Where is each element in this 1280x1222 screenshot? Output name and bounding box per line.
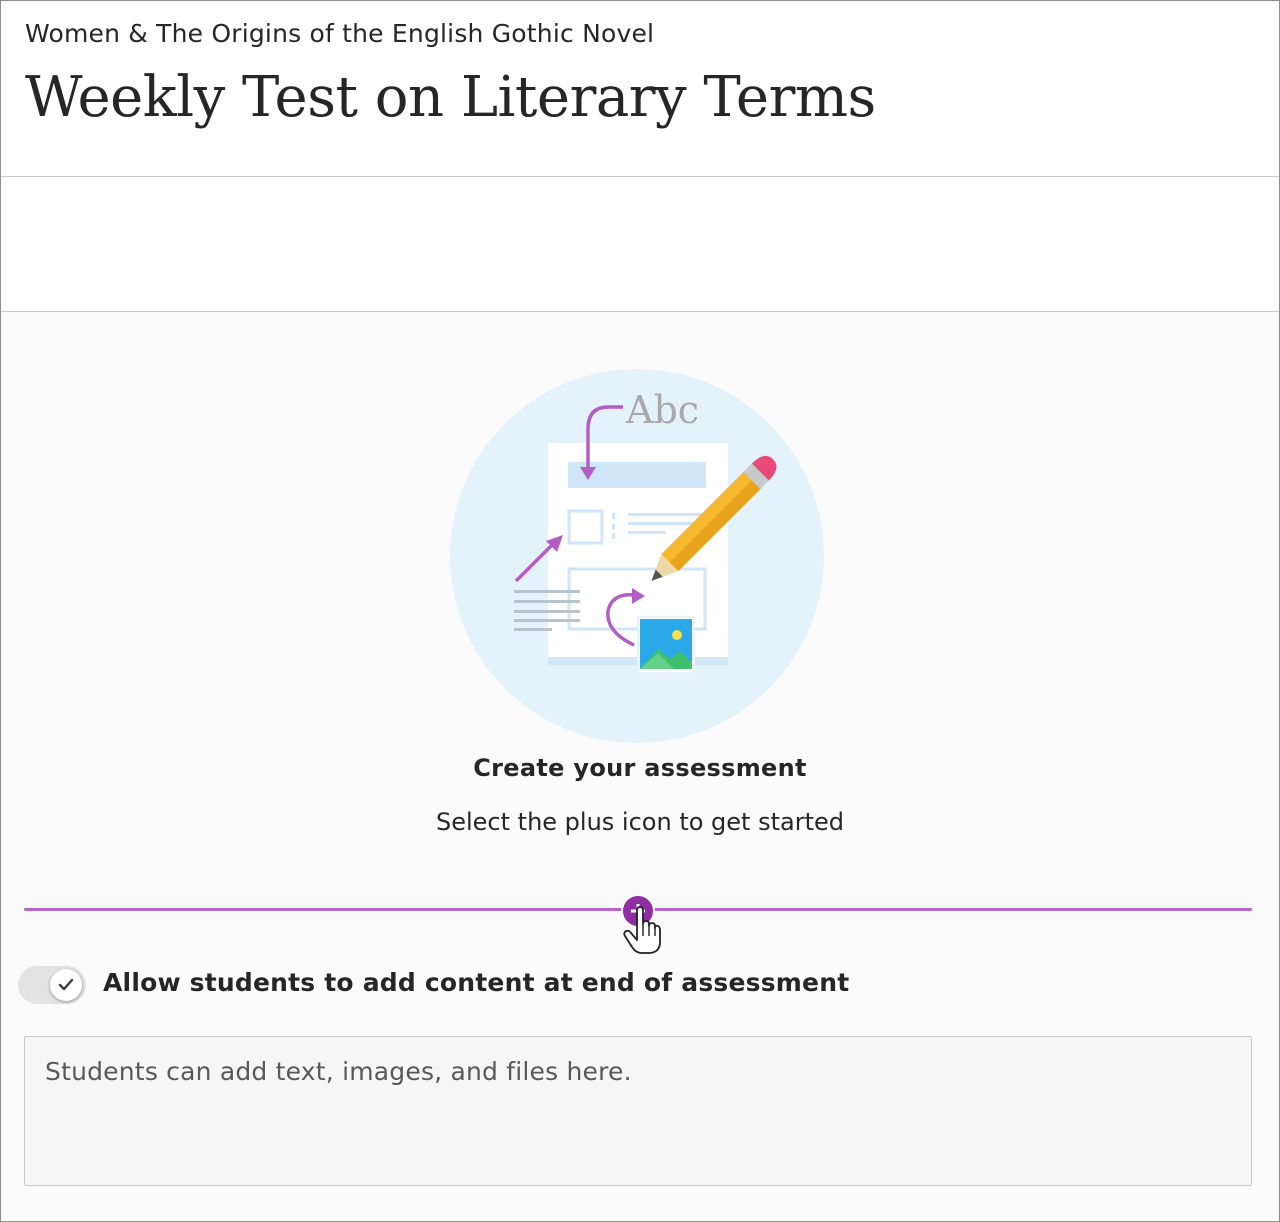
plus-icon: [631, 904, 645, 918]
student-content-toggle-label: Allow students to add content at end of …: [103, 968, 850, 997]
page-title[interactable]: Weekly Test on Literary Terms: [25, 65, 876, 130]
empty-state-heading: Create your assessment: [473, 754, 807, 782]
toggle-knob: [50, 969, 82, 1001]
course-name[interactable]: Women & The Origins of the English Gothi…: [25, 19, 654, 48]
empty-state-subtext: Select the plus icon to get started: [436, 808, 844, 836]
page-header: Women & The Origins of the English Gothi…: [1, 1, 1279, 177]
student-content-toggle[interactable]: [18, 966, 86, 1004]
abc-label: Abc: [625, 388, 699, 432]
description-area: [1, 177, 1279, 312]
student-content-area[interactable]: Students can add text, images, and files…: [24, 1036, 1252, 1186]
student-content-placeholder: Students can add text, images, and files…: [45, 1057, 632, 1086]
assessment-illustration-icon: Abc: [448, 367, 826, 745]
add-content-button[interactable]: [623, 896, 653, 926]
checkmark-icon: [58, 978, 74, 991]
